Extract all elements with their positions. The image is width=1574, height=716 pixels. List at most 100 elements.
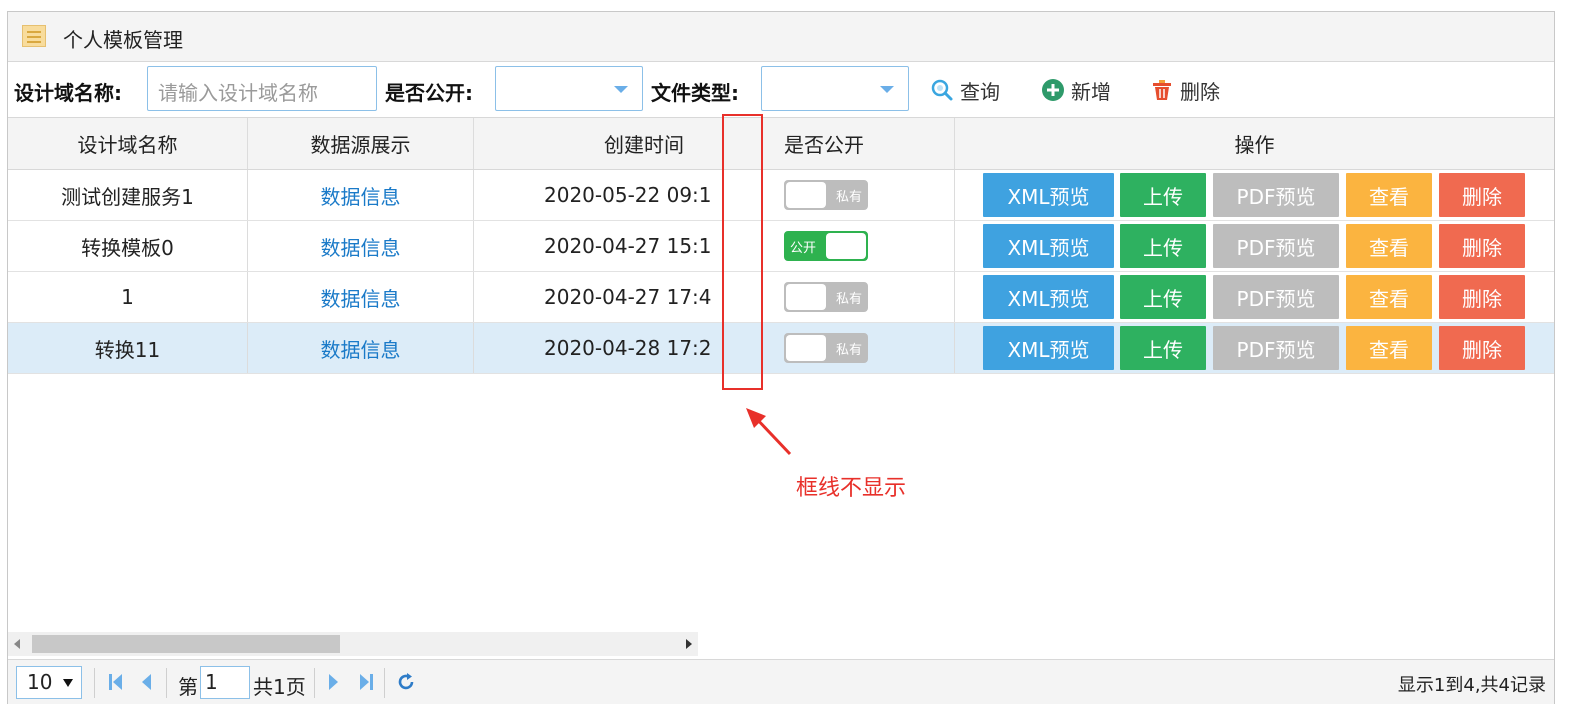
- xml-preview-button[interactable]: XML预览: [983, 275, 1114, 319]
- row-public: 私有: [774, 272, 955, 322]
- scroll-right-icon[interactable]: [686, 639, 692, 649]
- table-row-selected[interactable]: 转换11 数据信息 2020-04-28 17:2 私有 XML预览 上传 PD…: [8, 323, 1554, 374]
- xml-preview-button[interactable]: XML预览: [983, 224, 1114, 268]
- name-label: 设计域名称:: [14, 81, 122, 105]
- public-toggle[interactable]: 私有: [784, 282, 868, 312]
- data-info-link[interactable]: 数据信息: [321, 181, 401, 210]
- divider: [166, 668, 167, 698]
- toggle-text: 私有: [835, 190, 862, 205]
- view-button[interactable]: 查看: [1346, 326, 1432, 370]
- row-name: 1: [8, 272, 248, 322]
- public-toggle[interactable]: 私有: [784, 333, 868, 363]
- toggle-text: 公开: [790, 241, 817, 256]
- row-public: 私有: [774, 323, 955, 373]
- panel-header: 个人模板管理: [8, 12, 1554, 62]
- view-button[interactable]: 查看: [1346, 173, 1432, 217]
- annotation-text: 框线不显示: [796, 476, 907, 501]
- type-label: 文件类型:: [651, 81, 739, 105]
- xml-preview-button[interactable]: XML预览: [983, 173, 1114, 217]
- row-source: 数据信息: [248, 170, 474, 220]
- toggle-knob: [786, 335, 826, 361]
- upload-button[interactable]: 上传: [1120, 173, 1206, 217]
- col-header-actions: 操作: [1234, 133, 1275, 157]
- chevron-down-icon: [614, 86, 628, 93]
- row-created: 2020-04-27 15:1: [544, 234, 712, 258]
- table-row[interactable]: 1 数据信息 2020-04-27 17:4 私有 XML预览 上传 PDF预览…: [8, 272, 1554, 323]
- chevron-down-icon: [880, 86, 894, 93]
- row-delete-button[interactable]: 删除: [1439, 224, 1525, 268]
- upload-button[interactable]: 上传: [1120, 275, 1206, 319]
- name-search-input[interactable]: 请输入设计域名称: [147, 66, 377, 111]
- prev-page-icon[interactable]: [140, 672, 152, 697]
- chevron-down-icon: [63, 679, 73, 687]
- row-public: 私有: [774, 170, 955, 220]
- row-delete-button[interactable]: 删除: [1439, 326, 1525, 370]
- data-info-link[interactable]: 数据信息: [321, 283, 401, 312]
- table-row[interactable]: 测试创建服务1 数据信息 2020-05-22 09:1 私有 XML预览 上传…: [8, 170, 1554, 221]
- row-name: 测试创建服务1: [8, 170, 248, 220]
- page-number-input[interactable]: 1: [200, 666, 250, 699]
- pdf-preview-button[interactable]: PDF预览: [1213, 326, 1339, 370]
- pdf-preview-button[interactable]: PDF预览: [1213, 224, 1339, 268]
- delete-label: 删除: [1180, 79, 1220, 104]
- annotation-box: [722, 114, 763, 390]
- toggle-knob: [786, 182, 826, 208]
- pdf-preview-button[interactable]: PDF预览: [1213, 173, 1339, 217]
- view-button[interactable]: 查看: [1346, 275, 1432, 319]
- table-row[interactable]: 转换模板0 数据信息 2020-04-27 15:1 公开 XML预览 上传 P…: [8, 221, 1554, 272]
- pdf-preview-button[interactable]: PDF预览: [1213, 275, 1339, 319]
- refresh-icon[interactable]: [396, 672, 416, 697]
- public-label: 是否公开:: [385, 81, 473, 105]
- col-header-created[interactable]: 创建时间: [474, 118, 722, 169]
- search-toolbar: 设计域名称: 请输入设计域名称 是否公开: 文件类型: 查询 新增 删除: [8, 63, 1554, 117]
- row-created: 2020-04-28 17:2: [544, 336, 712, 360]
- row-delete-button[interactable]: 删除: [1439, 275, 1525, 319]
- row-delete-button[interactable]: 删除: [1439, 173, 1525, 217]
- search-icon: [930, 78, 954, 102]
- scroll-left-icon[interactable]: [14, 639, 20, 649]
- row-source: 数据信息: [248, 221, 474, 271]
- record-info: 显示1到4,共4记录: [1397, 675, 1546, 696]
- annotation-arrow-icon: [740, 402, 800, 467]
- page-size-value: 10: [27, 670, 53, 694]
- trash-icon: [1150, 78, 1174, 102]
- row-source: 数据信息: [248, 323, 474, 373]
- file-type-select[interactable]: [761, 66, 909, 111]
- list-icon: [22, 25, 46, 47]
- page-total: 共1页: [253, 675, 306, 699]
- query-label: 查询: [960, 79, 1000, 104]
- col-header-public[interactable]: 是否公开: [774, 118, 955, 169]
- first-page-icon[interactable]: [108, 672, 124, 697]
- horizontal-scrollbar[interactable]: [8, 632, 698, 656]
- divider: [384, 668, 385, 698]
- page-size-select[interactable]: 10: [16, 666, 82, 699]
- scroll-thumb[interactable]: [32, 635, 340, 653]
- upload-button[interactable]: 上传: [1120, 326, 1206, 370]
- add-button[interactable]: 新增: [1041, 75, 1111, 105]
- row-created: 2020-05-22 09:1: [544, 183, 712, 207]
- row-name: 转换11: [8, 323, 248, 373]
- name-search-placeholder: 请输入设计域名称: [158, 81, 318, 105]
- public-select[interactable]: [495, 66, 643, 111]
- upload-button[interactable]: 上传: [1120, 224, 1206, 268]
- toggle-knob: [826, 233, 866, 259]
- query-button[interactable]: 查询: [930, 75, 1000, 105]
- table-header: 设计域名称 数据源展示 创建时间 是否公开 操作: [8, 117, 1554, 170]
- page-prefix: 第: [178, 675, 198, 699]
- xml-preview-button[interactable]: XML预览: [983, 326, 1114, 370]
- public-toggle[interactable]: 公开: [784, 231, 868, 261]
- toggle-knob: [786, 284, 826, 310]
- col-header-source[interactable]: 数据源展示: [248, 118, 474, 169]
- data-info-link[interactable]: 数据信息: [321, 334, 401, 363]
- add-label: 新增: [1071, 79, 1111, 104]
- data-info-link[interactable]: 数据信息: [321, 232, 401, 261]
- view-button[interactable]: 查看: [1346, 224, 1432, 268]
- last-page-icon[interactable]: [358, 672, 374, 697]
- divider: [94, 668, 95, 698]
- col-header-name[interactable]: 设计域名称: [8, 118, 248, 169]
- template-management-panel: 个人模板管理 设计域名称: 请输入设计域名称 是否公开: 文件类型: 查询 新增: [7, 11, 1555, 704]
- next-page-icon[interactable]: [328, 672, 340, 697]
- row-source: 数据信息: [248, 272, 474, 322]
- public-toggle[interactable]: 私有: [784, 180, 868, 210]
- delete-button[interactable]: 删除: [1150, 75, 1220, 105]
